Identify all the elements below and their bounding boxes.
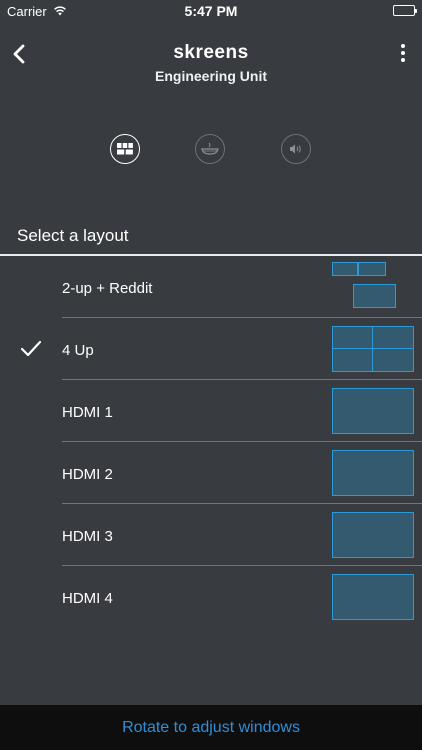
status-bar: Carrier 5:47 PM (0, 0, 422, 22)
preview-window (332, 262, 358, 276)
layout-preview (332, 450, 414, 496)
layout-preview (332, 388, 414, 434)
tab-layout[interactable] (110, 134, 140, 164)
layout-label: HDMI 1 (62, 404, 113, 421)
rotate-hint: Rotate to adjust windows (122, 718, 300, 736)
grid-icon (117, 143, 133, 155)
bowl-icon (201, 142, 219, 155)
nav-bar: skreens Engineering Unit (0, 30, 422, 90)
preview-window (332, 512, 414, 558)
preview-window (332, 326, 373, 349)
layout-row[interactable]: HDMI 4 (0, 566, 422, 628)
layout-label: HDMI 3 (62, 528, 113, 545)
speaker-icon (290, 144, 301, 154)
checkmark-icon (20, 340, 42, 358)
section-title: Select a layout (17, 226, 129, 245)
more-vertical-icon[interactable] (400, 44, 406, 66)
layout-preview (332, 326, 414, 372)
preview-window (358, 262, 386, 276)
brand-logo: skreens (173, 42, 249, 63)
layout-row[interactable]: HDMI 1 (0, 380, 422, 442)
preview-window (372, 348, 414, 372)
layout-row[interactable]: HDMI 3 (0, 504, 422, 566)
layout-row[interactable]: HDMI 2 (0, 442, 422, 504)
tab-source[interactable] (195, 134, 225, 164)
preview-window (332, 450, 414, 496)
bottom-bar[interactable]: Rotate to adjust windows (0, 705, 422, 750)
layout-label: 2-up + Reddit (62, 280, 153, 297)
device-name: Engineering Unit (155, 68, 267, 84)
layout-preview (332, 262, 414, 310)
mode-tabs (0, 130, 422, 170)
layout-label: 4 Up (62, 342, 94, 359)
clock: 5:47 PM (184, 3, 238, 19)
preview-window (372, 326, 414, 349)
preview-window (353, 284, 396, 308)
layout-label: HDMI 2 (62, 466, 113, 483)
layout-row[interactable]: 4 Up (0, 318, 422, 380)
layout-preview (332, 512, 414, 558)
layout-label: HDMI 4 (62, 590, 113, 607)
preview-window (332, 388, 414, 434)
preview-window (332, 574, 414, 620)
layout-row[interactable]: 2-up + Reddit (0, 256, 422, 318)
tab-audio[interactable] (281, 134, 311, 164)
battery-icon (393, 5, 417, 16)
layout-list: 2-up + Reddit 4 Up HDMI 1 HDMI 2 HDMI 3 … (0, 256, 422, 628)
layout-preview (332, 574, 414, 620)
preview-window (332, 348, 373, 372)
